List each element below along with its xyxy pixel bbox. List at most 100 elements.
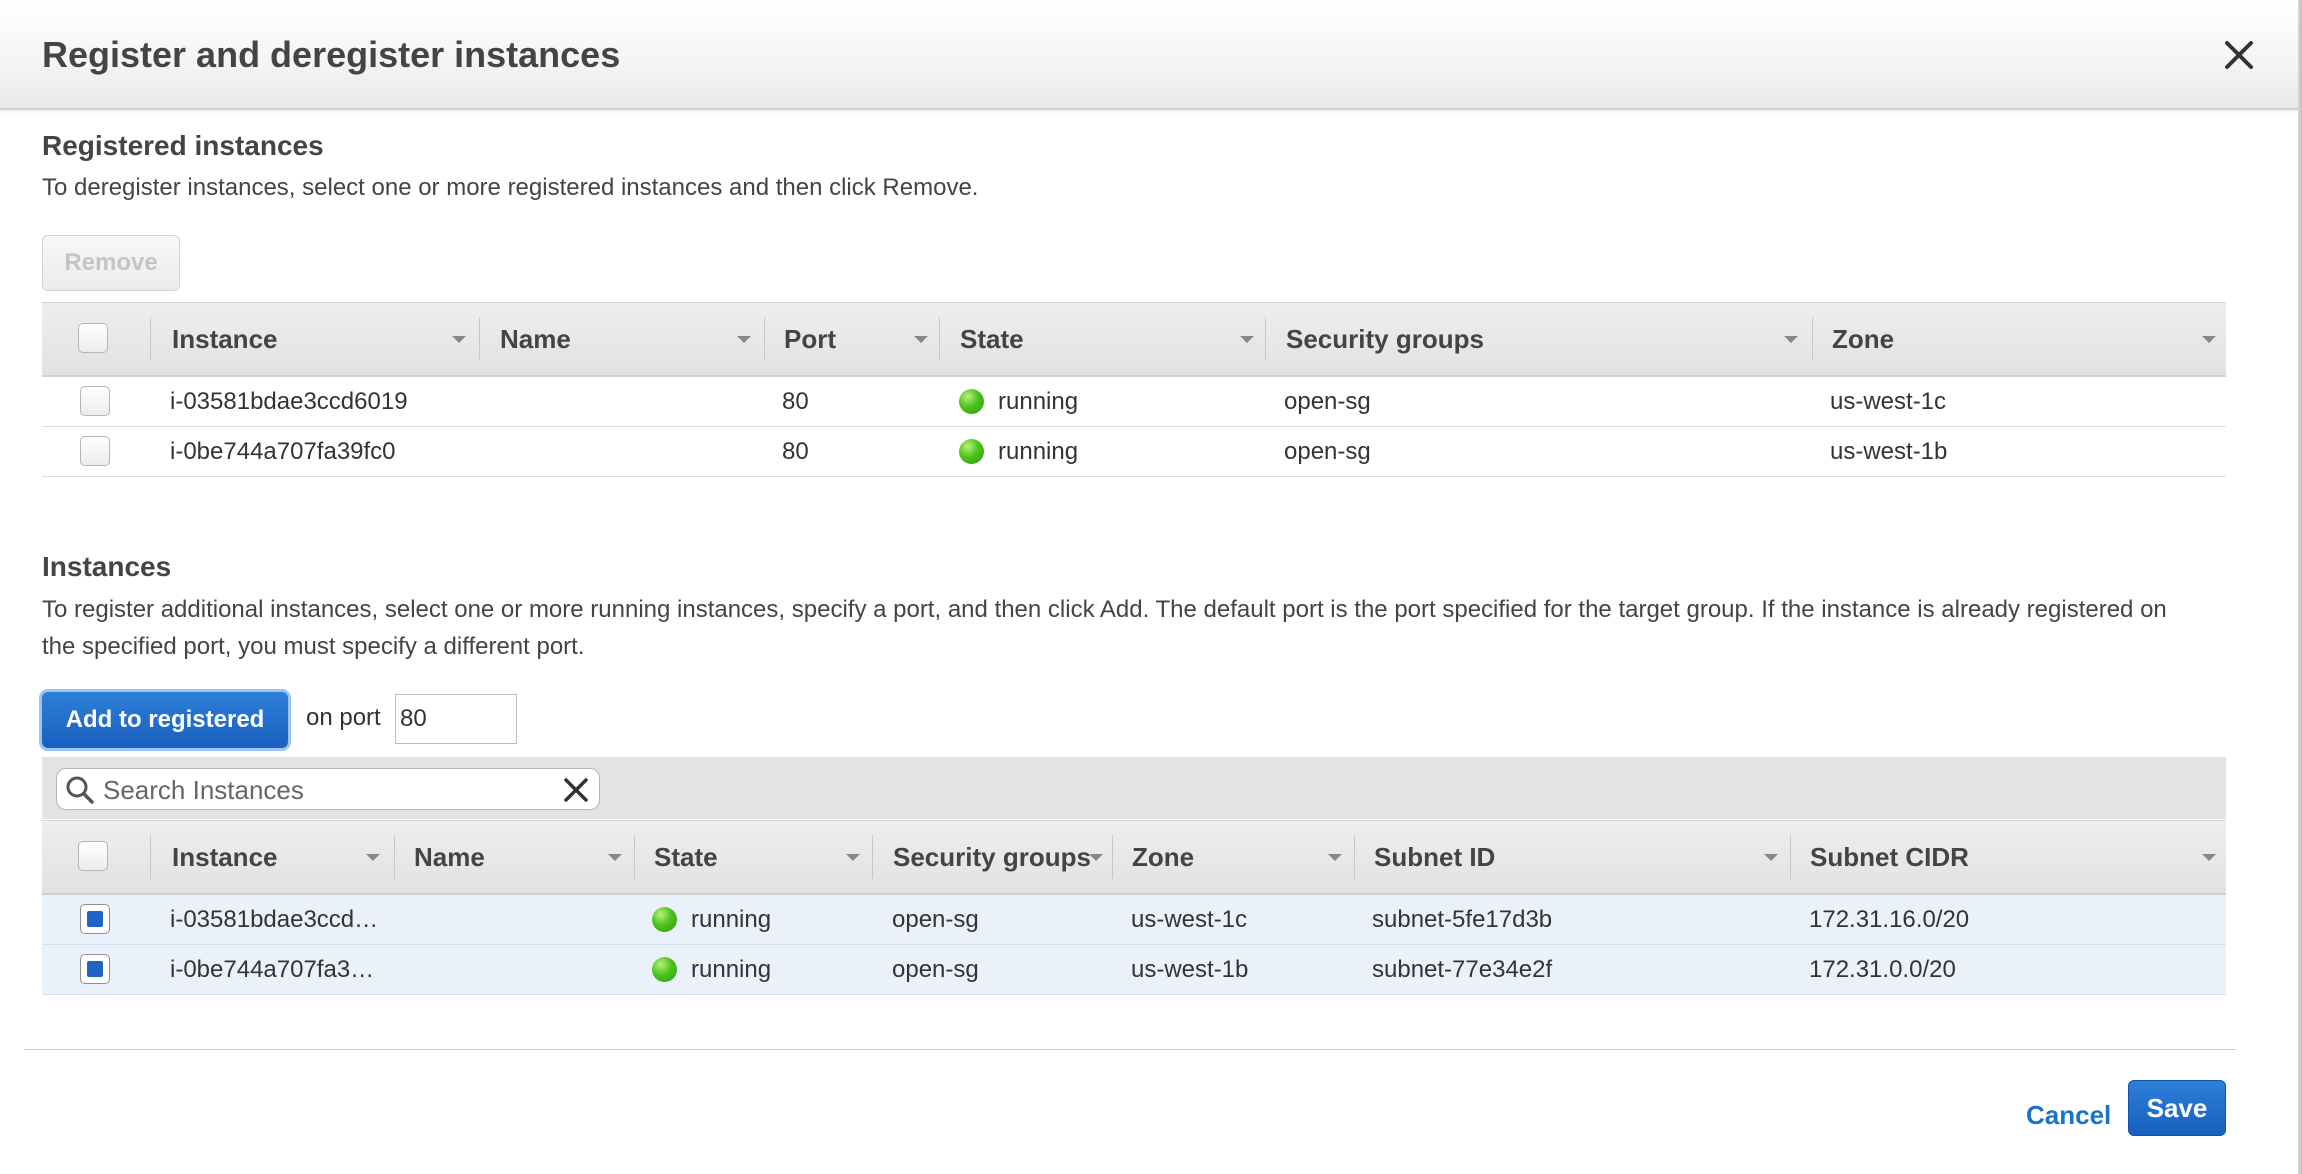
row-checkbox[interactable] [80, 904, 110, 934]
instances-table: Instance Name State Security groups Zone… [42, 820, 2226, 995]
port: 80 [782, 387, 809, 415]
sort-arrow-icon[interactable] [914, 336, 928, 343]
sort-arrow-icon[interactable] [452, 336, 466, 343]
column-header-zone[interactable]: Zone [1832, 303, 1894, 375]
port: 80 [782, 437, 809, 465]
column-header-state[interactable]: State [960, 303, 1024, 375]
state-text: running [998, 387, 1079, 415]
sort-arrow-icon[interactable] [1328, 854, 1342, 861]
sort-arrow-icon[interactable] [1240, 336, 1254, 343]
row-checkbox[interactable] [80, 436, 110, 466]
column-header-name[interactable]: Name [414, 821, 485, 893]
register-deregister-dialog: Register and deregister instances Regist… [0, 0, 2302, 1174]
security-groups: open-sg [1284, 437, 1371, 465]
zone: us-west-1c [1131, 905, 1248, 933]
footer-divider [24, 1049, 2236, 1050]
column-divider [872, 835, 873, 879]
row-checkbox[interactable] [80, 954, 110, 984]
sort-arrow-icon[interactable] [366, 854, 380, 861]
clear-search-icon[interactable] [563, 777, 589, 803]
select-all-checkbox[interactable] [78, 323, 108, 353]
column-divider [1265, 317, 1266, 361]
state-text: running [691, 955, 772, 983]
remove-button[interactable]: Remove [42, 235, 180, 291]
column-header-name[interactable]: Name [500, 303, 571, 375]
registered-instances-title: Registered instances [42, 130, 324, 161]
state-cell: running [959, 377, 1078, 426]
column-header-security-groups[interactable]: Security groups [893, 821, 1091, 893]
save-button[interactable]: Save [2128, 1080, 2226, 1136]
instance-id: i-0be744a707fa3… [170, 955, 375, 983]
instance-id: i-03581bdae3ccd6019 [170, 387, 408, 415]
subnet-cidr: 172.31.16.0/20 [1809, 905, 1970, 933]
dialog-header: Register and deregister instances [0, 0, 2298, 110]
close-icon[interactable] [2222, 38, 2256, 72]
state-cell: running [652, 945, 771, 994]
table-row[interactable]: i-0be744a707fa3… running open-sg us-west… [42, 945, 2226, 995]
search-icon [66, 776, 94, 804]
column-divider [394, 835, 395, 879]
column-divider [479, 317, 480, 361]
column-header-instance[interactable]: Instance [172, 303, 278, 375]
security-groups: open-sg [1284, 387, 1371, 415]
instance-id: i-03581bdae3ccd… [170, 905, 379, 933]
row-checkbox[interactable] [80, 386, 110, 416]
window-edge [2298, 0, 2302, 1174]
zone: us-west-1b [1131, 955, 1249, 983]
status-running-icon [959, 389, 984, 414]
sort-arrow-icon[interactable] [1089, 854, 1103, 861]
sort-arrow-icon[interactable] [2202, 336, 2216, 343]
table-row[interactable]: i-0be744a707fa39fc0 80 running open-sg u… [42, 427, 2226, 477]
search-box[interactable] [56, 768, 600, 810]
state-text: running [691, 905, 772, 933]
add-to-registered-button[interactable]: Add to registered [42, 692, 288, 748]
state-cell: running [652, 895, 771, 944]
security-groups: open-sg [892, 905, 979, 933]
status-running-icon [652, 957, 677, 982]
table-row[interactable]: i-03581bdae3ccd… running open-sg us-west… [42, 895, 2226, 945]
status-running-icon [959, 439, 984, 464]
column-divider [764, 317, 765, 361]
sort-arrow-icon[interactable] [1784, 336, 1798, 343]
port-input[interactable] [395, 694, 517, 744]
instance-id: i-0be744a707fa39fc0 [170, 437, 396, 465]
column-header-instance[interactable]: Instance [172, 821, 278, 893]
state-text: running [998, 437, 1079, 465]
column-header-state[interactable]: State [654, 821, 718, 893]
status-running-icon [652, 907, 677, 932]
column-header-zone[interactable]: Zone [1132, 821, 1194, 893]
sort-arrow-icon[interactable] [737, 336, 751, 343]
sort-arrow-icon[interactable] [2202, 854, 2216, 861]
registered-instances-description: To deregister instances, select one or m… [42, 174, 979, 201]
registered-instances-table: Instance Name Port State Security groups… [42, 302, 2226, 477]
table-header: Instance Name Port State Security groups… [42, 302, 2226, 377]
sort-arrow-icon[interactable] [1764, 854, 1778, 861]
cancel-button[interactable]: Cancel [2026, 1100, 2111, 1131]
instances-description: To register additional instances, select… [42, 596, 2167, 660]
sort-arrow-icon[interactable] [608, 854, 622, 861]
column-divider [1790, 835, 1791, 879]
sort-arrow-icon[interactable] [846, 854, 860, 861]
search-input[interactable] [101, 773, 545, 807]
column-divider [1354, 835, 1355, 879]
select-all-checkbox[interactable] [78, 841, 108, 871]
column-header-subnet-cidr[interactable]: Subnet CIDR [1810, 821, 1969, 893]
on-port-label: on port [306, 704, 381, 731]
zone: us-west-1c [1830, 387, 1947, 415]
column-header-subnet-id[interactable]: Subnet ID [1374, 821, 1495, 893]
column-divider [1812, 317, 1813, 361]
table-row[interactable]: i-03581bdae3ccd6019 80 running open-sg u… [42, 377, 2226, 427]
instances-title: Instances [42, 551, 172, 582]
subnet-id: subnet-77e34e2f [1372, 955, 1553, 983]
state-cell: running [959, 427, 1078, 476]
column-header-port[interactable]: Port [784, 303, 836, 375]
subnet-cidr: 172.31.0.0/20 [1809, 955, 1956, 983]
dialog-title: Register and deregister instances [42, 34, 621, 75]
zone: us-west-1b [1830, 437, 1948, 465]
column-divider [150, 835, 151, 879]
security-groups: open-sg [892, 955, 979, 983]
column-header-security-groups[interactable]: Security groups [1286, 303, 1484, 375]
column-divider [1112, 835, 1113, 879]
table-header: Instance Name State Security groups Zone… [42, 820, 2226, 895]
subnet-id: subnet-5fe17d3b [1372, 905, 1553, 933]
